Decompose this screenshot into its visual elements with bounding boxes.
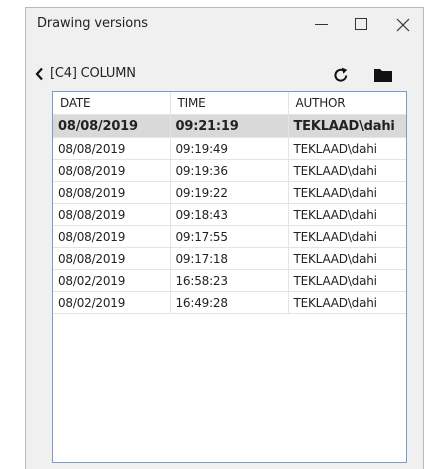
- cell-author: TEKLAAD\dahi: [288, 225, 406, 248]
- cell-date: 08/08/2019: [53, 247, 171, 270]
- table-row[interactable]: 08/08/2019 09:17:18 TEKLAAD\dahi: [53, 247, 406, 270]
- cell-time: 09:17:18: [170, 247, 289, 270]
- window-title: Drawing versions: [37, 16, 148, 31]
- table-row[interactable]: 08/08/2019 09:19:22 TEKLAAD\dahi: [53, 181, 406, 204]
- cell-author: TEKLAAD\dahi: [288, 203, 406, 226]
- cell-author: TEKLAAD\dahi: [288, 181, 406, 204]
- chevron-left-icon: [35, 67, 43, 81]
- maximize-button[interactable]: [344, 8, 380, 41]
- cell-time: 09:19:22: [170, 181, 289, 204]
- breadcrumb[interactable]: [C4] COLUMN: [50, 66, 136, 81]
- cell-date: 08/08/2019: [53, 137, 171, 160]
- cell-author: TEKLAAD\dahi: [288, 247, 406, 270]
- table-row[interactable]: 08/02/2019 16:58:23 TEKLAAD\dahi: [53, 269, 406, 292]
- refresh-icon: [334, 67, 348, 82]
- table-row[interactable]: 08/08/2019 09:18:43 TEKLAAD\dahi: [53, 203, 406, 226]
- versions-grid[interactable]: DATE TIME AUTHOR 08/08/2019 09:21:19 TEK…: [52, 91, 407, 463]
- column-header-date[interactable]: DATE: [53, 92, 171, 115]
- cell-date: 08/08/2019: [53, 114, 171, 138]
- cell-author: TEKLAAD\dahi: [288, 269, 406, 292]
- table-row[interactable]: 08/08/2019 09:19:49 TEKLAAD\dahi: [53, 137, 406, 160]
- cell-date: 08/02/2019: [53, 291, 171, 314]
- cell-time: 09:19:49: [170, 137, 289, 160]
- cell-date: 08/08/2019: [53, 225, 171, 248]
- versions-table: DATE TIME AUTHOR 08/08/2019 09:21:19 TEK…: [53, 92, 406, 314]
- table-row[interactable]: 08/08/2019 09:17:55 TEKLAAD\dahi: [53, 225, 406, 248]
- minimize-button[interactable]: [303, 8, 339, 41]
- close-button[interactable]: [386, 8, 422, 41]
- table-row[interactable]: 08/08/2019 09:19:36 TEKLAAD\dahi: [53, 159, 406, 182]
- table-header-row: DATE TIME AUTHOR: [53, 92, 406, 115]
- cell-date: 08/02/2019: [53, 269, 171, 292]
- cell-date: 08/08/2019: [53, 181, 171, 204]
- cell-date: 08/08/2019: [53, 203, 171, 226]
- table-row[interactable]: 08/02/2019 16:49:28 TEKLAAD\dahi: [53, 291, 406, 314]
- cell-author: TEKLAAD\dahi: [288, 137, 406, 160]
- cell-author: TEKLAAD\dahi: [288, 159, 406, 182]
- cell-date: 08/08/2019: [53, 159, 171, 182]
- cell-time: 16:49:28: [170, 291, 289, 314]
- cell-author: TEKLAAD\dahi: [288, 291, 406, 314]
- open-folder-button[interactable]: [373, 66, 393, 84]
- cell-time: 09:19:36: [170, 159, 289, 182]
- cell-time: 09:21:19: [170, 114, 289, 138]
- column-header-time[interactable]: TIME: [170, 92, 289, 115]
- cell-time: 09:17:55: [170, 225, 289, 248]
- refresh-button[interactable]: [331, 65, 351, 85]
- cell-author: TEKLAAD\dahi: [288, 114, 406, 138]
- cell-time: 16:58:23: [170, 269, 289, 292]
- toolbar: [C4] COLUMN: [26, 63, 423, 87]
- folder-icon: [374, 69, 392, 82]
- title-bar[interactable]: Drawing versions: [26, 8, 423, 41]
- back-button[interactable]: [35, 65, 44, 83]
- cell-time: 09:18:43: [170, 203, 289, 226]
- close-icon: [396, 18, 410, 32]
- table-row[interactable]: 08/08/2019 09:21:19 TEKLAAD\dahi: [53, 114, 406, 138]
- drawing-versions-window: Drawing versions [C4] COLUMN DATE TIME A…: [25, 7, 424, 469]
- column-header-author[interactable]: AUTHOR: [288, 92, 406, 115]
